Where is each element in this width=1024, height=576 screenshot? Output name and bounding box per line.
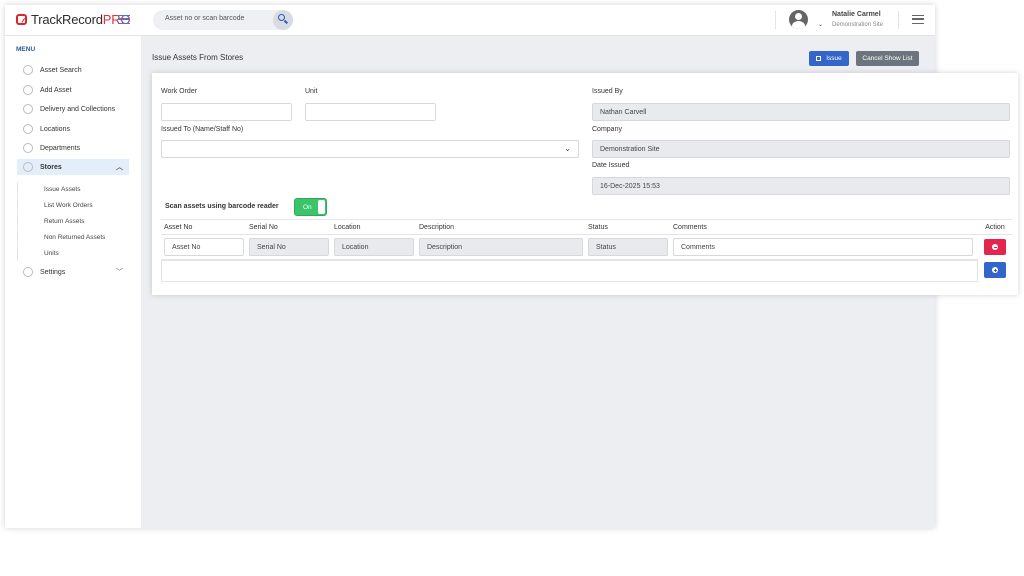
scan-barcode-label: Scan assets using barcode reader <box>165 203 279 210</box>
toggle-label: On <box>303 204 312 211</box>
sidebar-item-departments[interactable]: Departments <box>17 140 129 156</box>
toggle-knob <box>318 200 325 214</box>
serial-no-field: Serial No <box>249 238 329 256</box>
header-divider <box>775 11 776 29</box>
issue-button[interactable]: Issue <box>809 51 849 66</box>
sidebar-item-add-asset[interactable]: Add Asset <box>17 82 129 98</box>
issue-button-label: Issue <box>826 55 842 62</box>
description-field: Description <box>419 238 583 256</box>
sidebar: MENU Asset Search Add Asset Delivery and… <box>5 36 141 528</box>
status-field: Status <box>588 238 668 256</box>
hamburger-icon[interactable] <box>118 15 130 24</box>
store-icon <box>23 162 33 172</box>
chevron-up-icon: ︿ <box>116 164 123 171</box>
user-name[interactable]: Natalie Carmel <box>832 11 881 18</box>
cancel-show-list-button[interactable]: Cancel Show List <box>856 51 919 66</box>
sidebar-sub-list-work-orders[interactable]: List Work Orders <box>17 198 129 213</box>
col-status: Status <box>585 219 670 235</box>
sidebar-sub-issue-assets[interactable]: Issue Assets <box>17 182 129 197</box>
company-field: Demonstration Site <box>592 140 1010 158</box>
issue-form-card: Work Order Unit Issued To (Name/Staff No… <box>152 73 1018 295</box>
chevron-down-icon[interactable]: ⌄ <box>818 21 823 28</box>
col-comments: Comments <box>670 219 978 235</box>
delete-row-button[interactable] <box>984 239 1006 255</box>
sidebar-item-label: Settings <box>40 268 66 276</box>
menu-heading: MENU <box>16 46 36 53</box>
chevron-down-icon: ⌄ <box>564 144 571 153</box>
date-issued-field: 16-Dec-2025 15:53 <box>592 177 1010 195</box>
minus-circle-icon <box>992 244 998 250</box>
col-location: Location <box>331 219 416 235</box>
sitemap-icon <box>23 143 33 153</box>
sidebar-item-label: Locations <box>40 125 70 133</box>
sidebar-item-locations[interactable]: Locations <box>17 121 129 137</box>
sidebar-item-label: Asset Search <box>40 66 82 74</box>
top-bar: TrackRecord PRO Asset no or scan barcode … <box>5 5 935 36</box>
col-asset-no: Asset No <box>161 219 246 235</box>
scan-barcode-toggle[interactable]: On <box>294 198 327 216</box>
sidebar-sub-return-assets[interactable]: Return Assets <box>17 214 129 229</box>
search-icon[interactable] <box>273 10 293 30</box>
sidebar-item-delivery[interactable]: Delivery and Collections <box>17 101 129 117</box>
company-label: Company <box>592 126 622 133</box>
sidebar-item-settings[interactable]: Settings ﹀ <box>17 264 129 280</box>
sidebar-item-asset-search[interactable]: Asset Search <box>17 62 129 78</box>
search-input[interactable]: Asset no or scan barcode <box>165 15 244 22</box>
issued-by-field: Nathan Carvell <box>592 103 1010 121</box>
sidebar-item-label: Delivery and Collections <box>40 105 116 113</box>
logo[interactable]: TrackRecord PRO <box>16 12 131 27</box>
table-add-row <box>161 260 978 282</box>
sidebar-sub-units[interactable]: Units <box>17 246 129 261</box>
page-title: Issue Assets From Stores <box>152 53 244 62</box>
search-bar[interactable]: Asset no or scan barcode <box>153 10 293 30</box>
gear-icon <box>23 267 33 277</box>
asset-no-input[interactable]: Asset No <box>164 238 244 256</box>
col-serial-no: Serial No <box>246 219 331 235</box>
globe-icon <box>23 124 33 134</box>
truck-icon <box>23 104 33 114</box>
user-site: Demonstration Site <box>832 22 884 28</box>
issued-to-label: Issued To (Name/Staff No) <box>161 126 244 133</box>
location-field: Location <box>334 238 414 256</box>
issued-by-label: Issued By <box>592 88 623 95</box>
menu-icon[interactable] <box>912 15 924 24</box>
save-icon <box>816 56 822 61</box>
chevron-down-icon: ﹀ <box>116 269 123 276</box>
header-divider <box>898 11 899 29</box>
add-row-button[interactable] <box>984 262 1006 278</box>
search-icon <box>23 65 33 75</box>
add-icon <box>23 85 33 95</box>
avatar-icon[interactable] <box>789 10 808 29</box>
sidebar-item-label: Add Asset <box>40 86 72 94</box>
app-window: TrackRecord PRO Asset no or scan barcode … <box>5 5 1018 528</box>
logo-icon <box>16 14 27 25</box>
sidebar-item-label: Stores <box>40 163 62 171</box>
work-order-label: Work Order <box>161 88 198 95</box>
sidebar-item-stores[interactable]: Stores ︿ <box>17 159 129 175</box>
sidebar-item-label: Departments <box>40 144 81 152</box>
logo-brand: TrackRecord <box>31 12 103 27</box>
work-order-input[interactable] <box>161 103 292 121</box>
sidebar-sub-non-returned-assets[interactable]: Non Returned Assets <box>17 230 129 245</box>
col-action: Action <box>978 219 1012 235</box>
date-issued-label: Date Issued <box>592 162 630 169</box>
unit-input[interactable] <box>305 103 436 121</box>
col-description: Description <box>416 219 585 235</box>
unit-label: Unit <box>305 88 318 95</box>
issued-to-select[interactable]: ⌄ <box>161 140 579 158</box>
plus-circle-icon <box>992 267 998 273</box>
comments-input[interactable]: Comments <box>673 238 973 256</box>
